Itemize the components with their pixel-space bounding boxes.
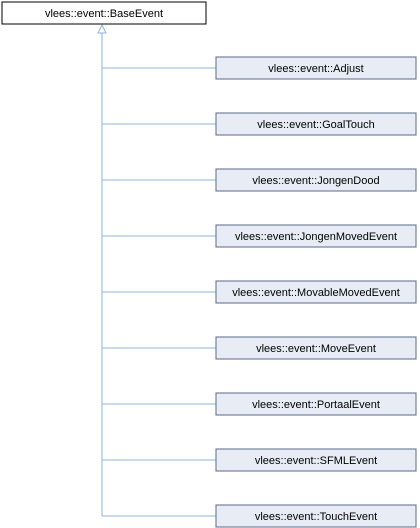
derived-class-node[interactable]: vlees::event::GoalTouch (215, 112, 417, 136)
derived-class-node[interactable]: vlees::event::Adjust (215, 56, 417, 80)
derived-class-label: vlees::event::JongenDood (252, 175, 379, 187)
derived-class-label: vlees::event::MoveEvent (256, 343, 376, 355)
derived-class-label: vlees::event::TouchEvent (255, 511, 377, 523)
derived-class-label: vlees::event::PortaalEvent (252, 399, 380, 411)
derived-class-label: vlees::event::Adjust (268, 63, 363, 75)
derived-class-label: vlees::event::SFMLEvent (255, 455, 377, 467)
derived-class-node[interactable]: vlees::event::PortaalEvent (215, 392, 417, 416)
derived-class-node[interactable]: vlees::event::MoveEvent (215, 336, 417, 360)
inheritance-diagram: vlees::event::BaseEvent vlees::event::Ad… (1, 1, 417, 528)
derived-class-node[interactable]: vlees::event::JongenMovedEvent (215, 224, 417, 248)
inheritance-edges (97, 23, 216, 517)
derived-class-node[interactable]: vlees::event::MovableMovedEvent (215, 280, 417, 304)
derived-class-node[interactable]: vlees::event::SFMLEvent (215, 448, 417, 472)
derived-class-node[interactable]: vlees::event::JongenDood (215, 168, 417, 192)
base-class-label: vlees::event::BaseEvent (45, 8, 163, 20)
inheritance-arrowhead (97, 23, 107, 34)
derived-class-label: vlees::event::GoalTouch (257, 119, 374, 131)
derived-class-nodes: vlees::event::Adjustvlees::event::GoalTo… (215, 56, 417, 528)
derived-class-node[interactable]: vlees::event::TouchEvent (215, 504, 417, 528)
base-class-node[interactable]: vlees::event::BaseEvent (1, 1, 207, 25)
derived-class-label: vlees::event::JongenMovedEvent (235, 231, 397, 243)
derived-class-label: vlees::event::MovableMovedEvent (232, 287, 400, 299)
